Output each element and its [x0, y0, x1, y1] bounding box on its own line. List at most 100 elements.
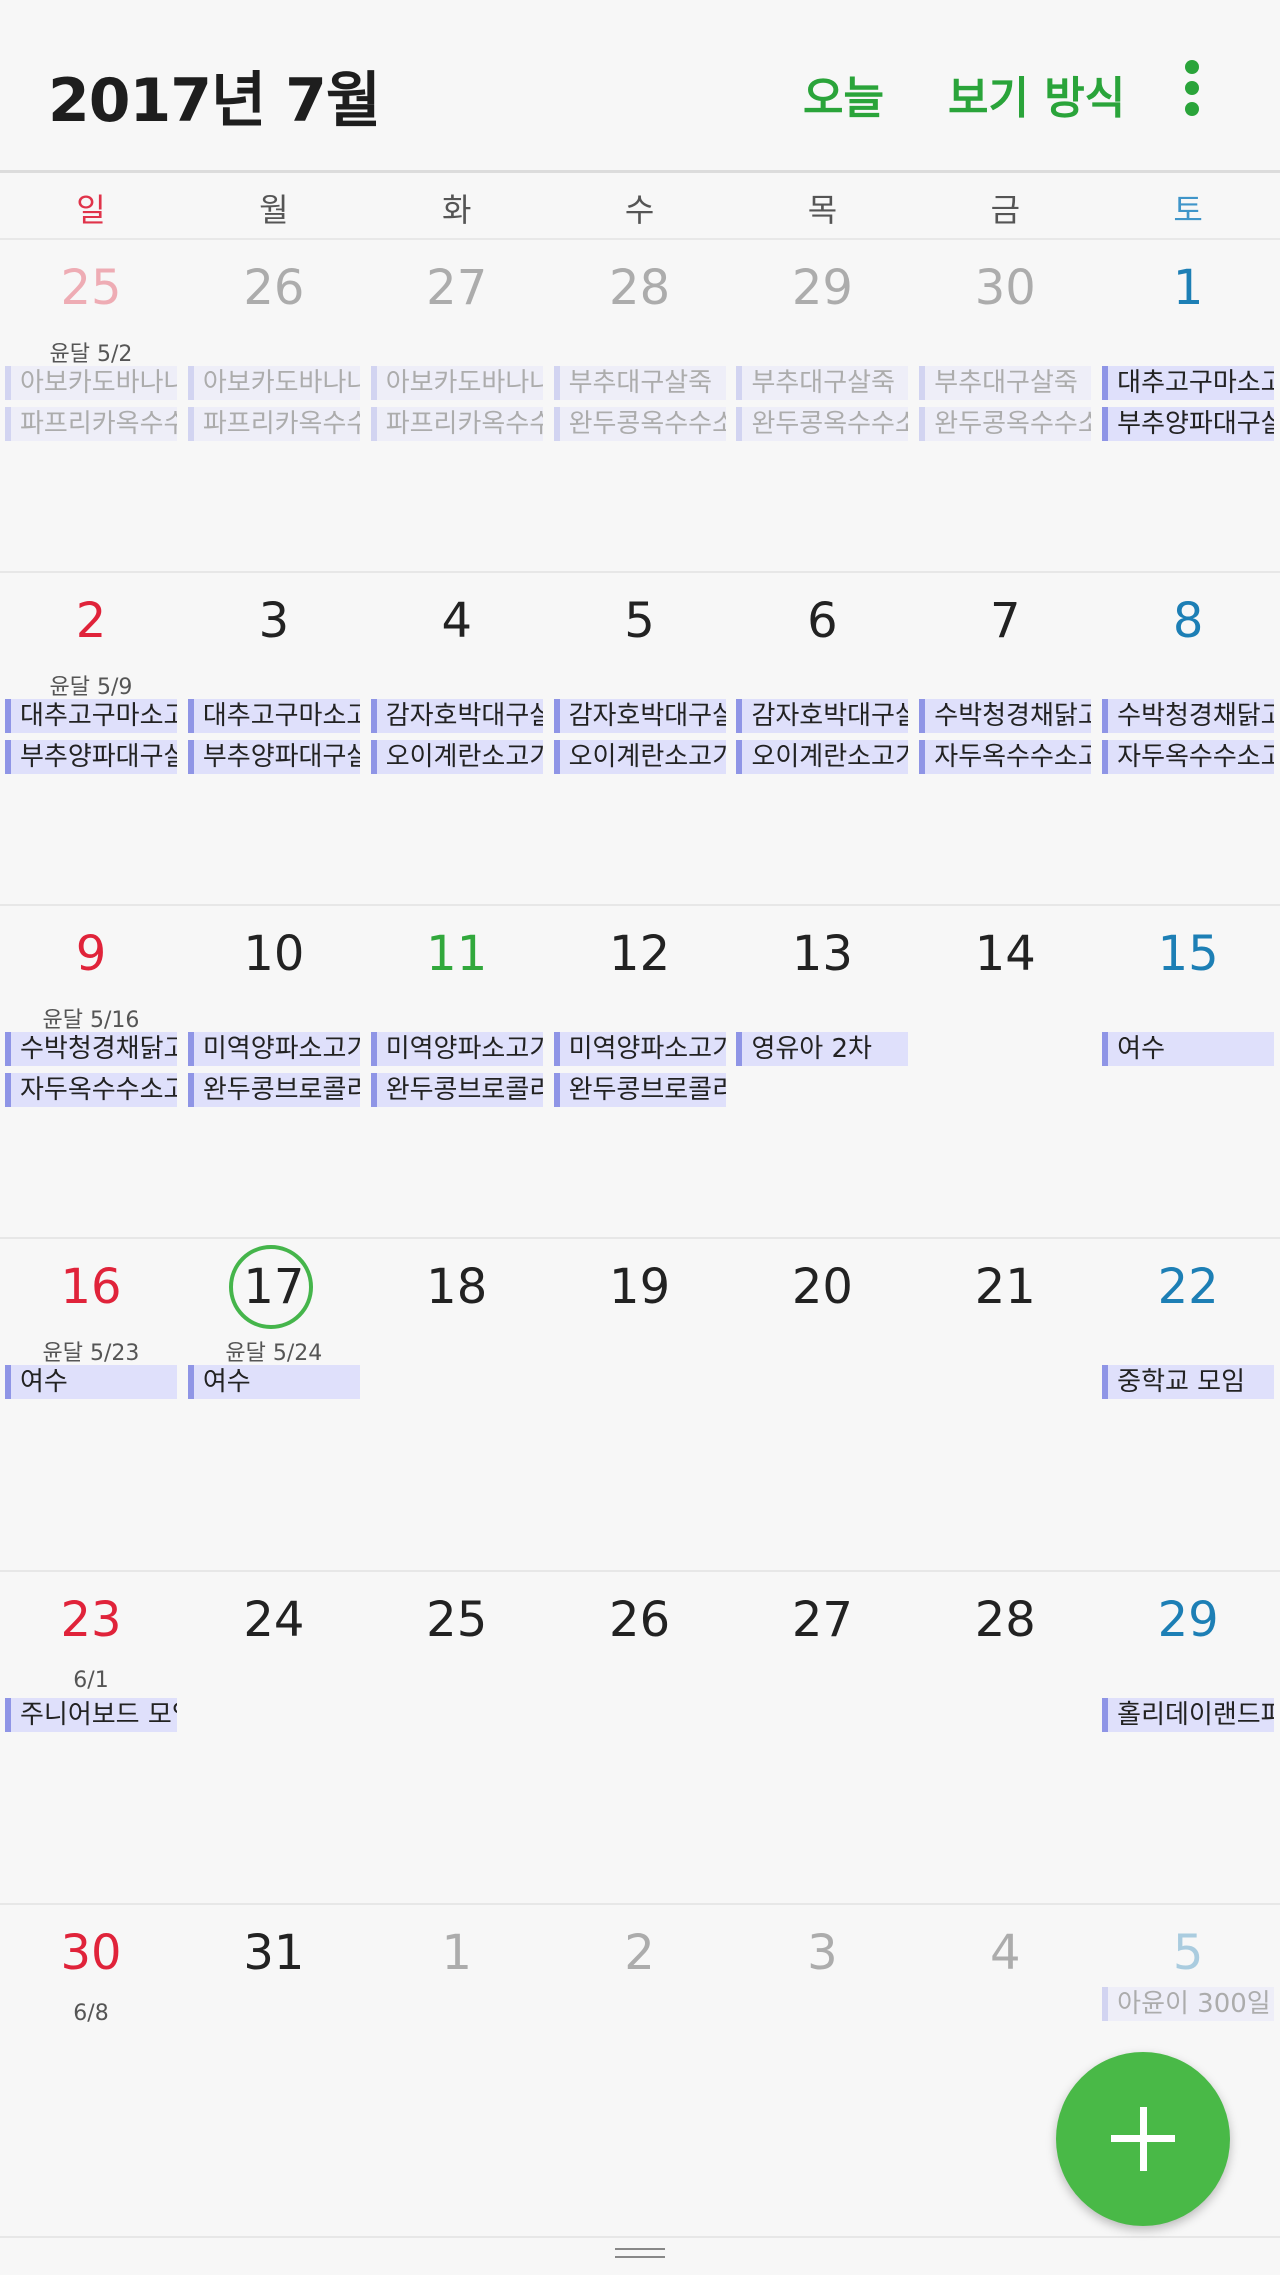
add-event-button[interactable] — [1056, 2052, 1230, 2226]
event-chip[interactable]: 여수 — [187, 1365, 360, 1399]
event-chip[interactable]: 아윤이 300일 — [1102, 1987, 1275, 2021]
week-row: 16 윤달 5/23 여수 17 윤달 5/24 여수 18 19 20 21 22 중학교 모임 — [0, 1239, 1280, 1572]
event-chip[interactable]: 완두콩옥수수소 — [736, 407, 909, 441]
event-chip[interactable]: 완두콩옥수수소 — [553, 407, 726, 441]
day-cell[interactable]: 9 윤달 5/16 수박청경채닭고 자두옥수수소고 — [0, 906, 182, 1237]
event-chip[interactable]: 대추고구마소고 — [5, 699, 177, 733]
event-chip[interactable]: 대추고구마소고 — [1102, 366, 1275, 400]
more-options-icon[interactable] — [1176, 58, 1208, 118]
event-chip[interactable]: 미역양파소고기 — [553, 1032, 726, 1066]
event-chip[interactable]: 여수 — [1102, 1032, 1275, 1066]
day-cell[interactable]: 4 감자호박대구살 오이계란소고기 — [366, 573, 548, 904]
day-cell[interactable]: 10 미역양파소고기 완두콩브로콜리 — [183, 906, 365, 1237]
event-chip[interactable]: 감자호박대구살 — [553, 699, 726, 733]
event-chip[interactable]: 부추대구살죽 — [919, 366, 1092, 400]
day-cell[interactable]: 7 수박청경채닭고 자두옥수수소고 — [914, 573, 1096, 904]
day-cell[interactable]: 27 아보카도바나나 파프리카옥수수 — [366, 240, 548, 571]
event-chip[interactable]: 자두옥수수소고 — [919, 740, 1092, 774]
day-cell[interactable]: 25 윤달 5/2 아보카도바나나 파프리카옥수수 — [0, 240, 182, 571]
event-chip[interactable]: 부추양파대구살 — [5, 740, 177, 774]
event-chip[interactable]: 아보카도바나나 — [370, 366, 543, 400]
event-chip[interactable]: 오이계란소고기 — [553, 740, 726, 774]
event-chip[interactable]: 오이계란소고기 — [370, 740, 543, 774]
day-cell[interactable]: 8 수박청경채닭고 자두옥수수소고 — [1097, 573, 1279, 904]
day-cell[interactable]: 23 6/1 주니어보드 모임 — [0, 1572, 182, 1903]
day-cell[interactable]: 15 여수 — [1097, 906, 1279, 1237]
event-chip[interactable]: 주니어보드 모임 — [5, 1698, 177, 1732]
day-cell[interactable]: 26 아보카도바나나 파프리카옥수수 — [183, 240, 365, 571]
day-cell[interactable]: 31 — [183, 1905, 365, 2236]
day-cell[interactable]: 18 — [366, 1239, 548, 1570]
event-chip[interactable]: 완두콩브로콜리 — [553, 1073, 726, 1107]
day-cell[interactable]: 2 윤달 5/9 대추고구마소고 부추양파대구살 — [0, 573, 182, 904]
drag-handle-icon[interactable] — [615, 2248, 665, 2260]
event-list: 여수 — [5, 1365, 177, 1406]
event-chip[interactable]: 감자호박대구살 — [736, 699, 909, 733]
event-chip[interactable]: 파프리카옥수수 — [370, 407, 543, 441]
event-chip[interactable]: 아보카도바나나 — [187, 366, 360, 400]
event-chip[interactable]: 감자호박대구살 — [370, 699, 543, 733]
event-chip[interactable]: 완두콩브로콜리 — [187, 1073, 360, 1107]
event-chip[interactable]: 오이계란소고기 — [736, 740, 909, 774]
event-list: 영유아 2차 — [736, 1032, 909, 1073]
day-cell[interactable]: 1 — [366, 1905, 548, 2236]
day-cell[interactable]: 28 — [914, 1572, 1096, 1903]
event-list: 대추고구마소고부추양파대구살 — [187, 699, 360, 781]
month-title[interactable]: 2017년 7월 — [48, 52, 381, 139]
event-chip[interactable]: 대추고구마소고 — [187, 699, 360, 733]
day-cell[interactable]: 22 중학교 모임 — [1097, 1239, 1279, 1570]
day-cell[interactable]: 29 홀리데이랜드파 — [1097, 1572, 1279, 1903]
day-number: 21 — [974, 1259, 1036, 1315]
day-cell[interactable]: 30 부추대구살죽완두콩옥수수소 — [914, 240, 1096, 571]
day-cell[interactable]: 30 6/8 — [0, 1905, 182, 2236]
day-cell[interactable]: 12 미역양파소고기 완두콩브로콜리 — [549, 906, 731, 1237]
day-cell[interactable]: 24 — [183, 1572, 365, 1903]
day-cell[interactable]: 19 — [549, 1239, 731, 1570]
event-chip[interactable]: 자두옥수수소고 — [1102, 740, 1275, 774]
event-chip[interactable]: 완두콩브로콜리 — [370, 1073, 543, 1107]
event-chip[interactable]: 부추양파대구살 — [187, 740, 360, 774]
day-number: 1 — [1172, 260, 1204, 316]
event-list: 주니어보드 모임 — [5, 1698, 177, 1739]
day-cell[interactable]: 21 — [914, 1239, 1096, 1570]
day-cell[interactable]: 5 감자호박대구살 오이계란소고기 — [549, 573, 731, 904]
day-cell[interactable]: 27 — [731, 1572, 913, 1903]
day-cell[interactable]: 3 대추고구마소고 부추양파대구살 — [183, 573, 365, 904]
event-chip[interactable]: 부추대구살죽 — [736, 366, 909, 400]
day-number: 4 — [990, 1925, 1021, 1981]
day-cell[interactable]: 2 — [549, 1905, 731, 2236]
day-cell[interactable]: 20 — [731, 1239, 913, 1570]
today-button[interactable]: 오늘 — [803, 62, 884, 126]
event-chip[interactable]: 부추양파대구살 — [1102, 407, 1275, 441]
day-cell[interactable]: 29 부추대구살죽 완두콩옥수수소 — [731, 240, 913, 571]
event-chip[interactable]: 아보카도바나나 — [5, 366, 177, 400]
day-cell[interactable]: 13 영유아 2차 — [731, 906, 913, 1237]
day-cell[interactable]: 25 — [366, 1572, 548, 1903]
event-chip[interactable]: 부추대구살죽 — [553, 366, 726, 400]
event-chip[interactable]: 영유아 2차 — [736, 1032, 909, 1066]
day-cell[interactable]: 28 부추대구살죽 완두콩옥수수소 — [549, 240, 731, 571]
event-chip[interactable]: 중학교 모임 — [1102, 1365, 1275, 1399]
day-cell[interactable]: 3 — [731, 1905, 913, 2236]
day-number: 30 — [974, 260, 1036, 316]
day-cell[interactable]: 6 감자호박대구살 오이계란소고기 — [731, 573, 913, 904]
day-cell[interactable]: 16 윤달 5/23 여수 — [0, 1239, 182, 1570]
event-chip[interactable]: 완두콩옥수수소 — [919, 407, 1092, 441]
day-cell[interactable]: 26 — [549, 1572, 731, 1903]
event-chip[interactable]: 미역양파소고기 — [370, 1032, 543, 1066]
day-cell[interactable]: 14 — [914, 906, 1096, 1237]
view-mode-button[interactable]: 보기 방식 — [948, 62, 1125, 126]
event-chip[interactable]: 수박청경채닭고 — [919, 699, 1092, 733]
event-chip[interactable]: 수박청경채닭고 — [5, 1032, 177, 1066]
day-cell[interactable]: 11 미역양파소고기 완두콩브로콜리 — [366, 906, 548, 1237]
event-chip[interactable]: 자두옥수수소고 — [5, 1073, 177, 1107]
event-chip[interactable]: 파프리카옥수수 — [187, 407, 360, 441]
event-chip[interactable]: 여수 — [5, 1365, 177, 1399]
day-cell[interactable]: 4 — [914, 1905, 1096, 2236]
event-chip[interactable]: 홀리데이랜드파 — [1102, 1698, 1275, 1732]
day-cell[interactable]: 1 대추고구마소고부추양파대구살 — [1097, 240, 1279, 571]
event-chip[interactable]: 미역양파소고기 — [187, 1032, 360, 1066]
event-chip[interactable]: 수박청경채닭고 — [1102, 699, 1275, 733]
day-cell[interactable]: 17 윤달 5/24 여수 — [183, 1239, 365, 1570]
event-chip[interactable]: 파프리카옥수수 — [5, 407, 177, 441]
